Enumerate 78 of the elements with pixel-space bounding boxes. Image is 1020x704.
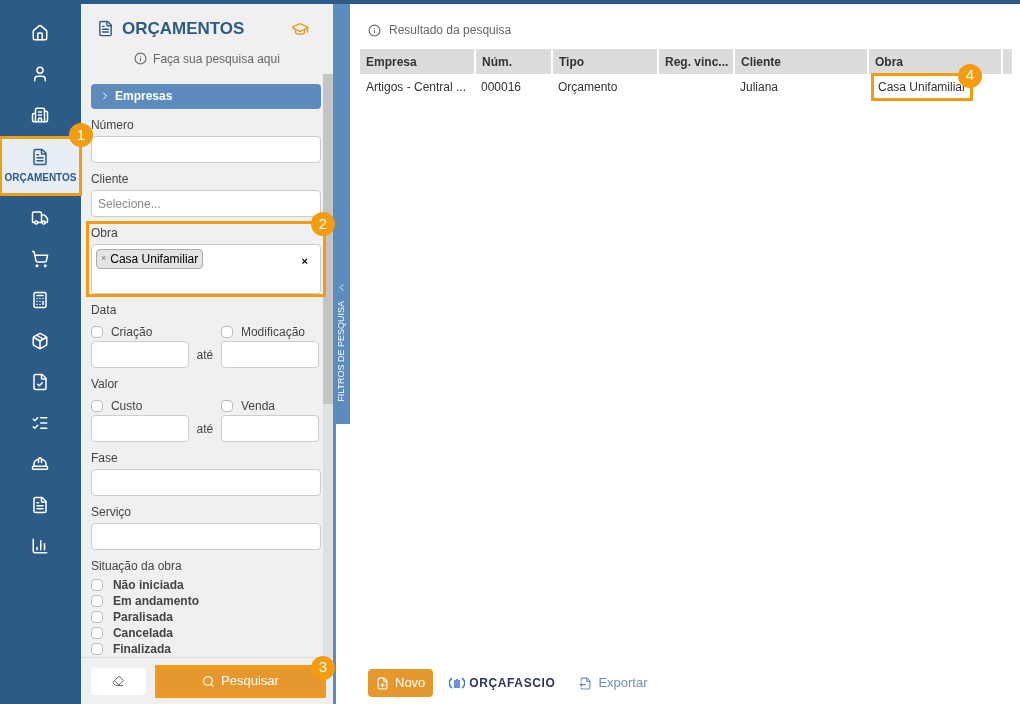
text-field[interactable] (90, 136, 321, 163)
tag-chip[interactable]: × Casa Unifamiliar (95, 249, 204, 269)
home-icon (31, 23, 50, 42)
range-end-field[interactable] (220, 341, 319, 368)
tag-field[interactable]: × Casa Unifamiliar × (90, 244, 321, 294)
checkbox[interactable] (90, 643, 103, 655)
table-cell: Orçamento (558, 79, 618, 94)
checkbox-label: Não iniciada (112, 577, 184, 594)
building-icon (31, 105, 50, 124)
panel-title: ORÇAMENTOS (121, 18, 245, 40)
accordion-header[interactable]: Empresas (90, 83, 321, 109)
field-label: Fase (90, 450, 119, 467)
field-label: Número (90, 117, 135, 134)
truck-icon (31, 208, 50, 227)
checkbox[interactable] (90, 400, 103, 412)
range-start-field[interactable] (90, 415, 189, 442)
field-label: Serviço (90, 504, 132, 521)
separator-label: até (195, 346, 215, 364)
separator-label: até (195, 420, 215, 438)
text-field[interactable] (90, 523, 321, 550)
search-icon (202, 674, 216, 688)
range-start-field[interactable] (90, 341, 189, 368)
info-icon (134, 52, 148, 65)
document-icon (31, 495, 50, 514)
table-cell: Juliana (740, 79, 779, 94)
field-label: Cliente (90, 171, 130, 188)
checkbox-label: Custo (110, 398, 143, 415)
box-icon (31, 331, 50, 350)
checkbox[interactable] (90, 595, 103, 607)
tag-remove-button[interactable]: × (100, 252, 107, 266)
checkbox-label: Cancelada (112, 625, 173, 642)
column-header[interactable]: Empresa (360, 49, 475, 74)
cart-icon (31, 249, 50, 268)
range-end-field[interactable] (220, 415, 319, 442)
collapse-tab-label: FILTROS DE PESQUISA (334, 301, 347, 402)
checkbox-label: Paralisada (112, 609, 173, 626)
column-header[interactable]: Cliente (734, 49, 868, 74)
tag-label: Casa Unifamiliar (110, 251, 199, 268)
calculator-icon (31, 290, 50, 309)
file-check-icon (31, 372, 50, 391)
checkbox[interactable] (90, 611, 103, 623)
field-label: Obra (90, 225, 119, 242)
logo-text: ORÇAFASCIO (469, 675, 556, 692)
logo-icon (449, 677, 466, 689)
column-header[interactable]: Núm. (475, 49, 552, 74)
checkbox[interactable] (90, 326, 103, 338)
checkbox[interactable] (220, 400, 233, 412)
column-header[interactable]: Tipo (552, 49, 658, 74)
clear-filters-button[interactable] (90, 667, 146, 695)
export-link[interactable]: Exportar (579, 673, 648, 693)
file-export-icon (579, 676, 593, 690)
field-label: Data (90, 302, 118, 319)
checkbox[interactable] (220, 326, 233, 338)
checkbox-label: Venda (240, 398, 275, 415)
checkbox[interactable] (90, 627, 103, 639)
step-badge: 3 (310, 655, 335, 680)
field-label: Situação da obra (90, 558, 183, 575)
step-badge: 1 (68, 123, 93, 147)
clear-button[interactable]: × (301, 253, 308, 270)
results-title: Resultado da pesquisa (389, 22, 512, 39)
info-icon (368, 23, 381, 37)
table-cell: Artigos - Central ... (366, 79, 467, 94)
eraser-icon (112, 675, 125, 687)
hint-text: Faça sua pesquisa aqui (153, 50, 280, 68)
bar-chart-icon (31, 536, 50, 555)
hardhat-icon (31, 454, 50, 473)
select-field[interactable]: Selecione... (90, 190, 321, 217)
checkbox-label: Criação (110, 324, 153, 341)
checkbox[interactable] (90, 579, 103, 591)
document-icon (31, 147, 50, 166)
checkbox-label: Em andamento (112, 593, 199, 610)
text-field[interactable] (90, 469, 321, 496)
checkbox-label: Modificação (240, 324, 305, 341)
file-plus-icon (376, 676, 389, 690)
column-header[interactable]: Reg. vinc... (658, 49, 734, 74)
checkbox-label: Finalizada (112, 641, 171, 658)
table-cell: 000016 (481, 79, 522, 94)
field-label: Valor (90, 376, 120, 393)
